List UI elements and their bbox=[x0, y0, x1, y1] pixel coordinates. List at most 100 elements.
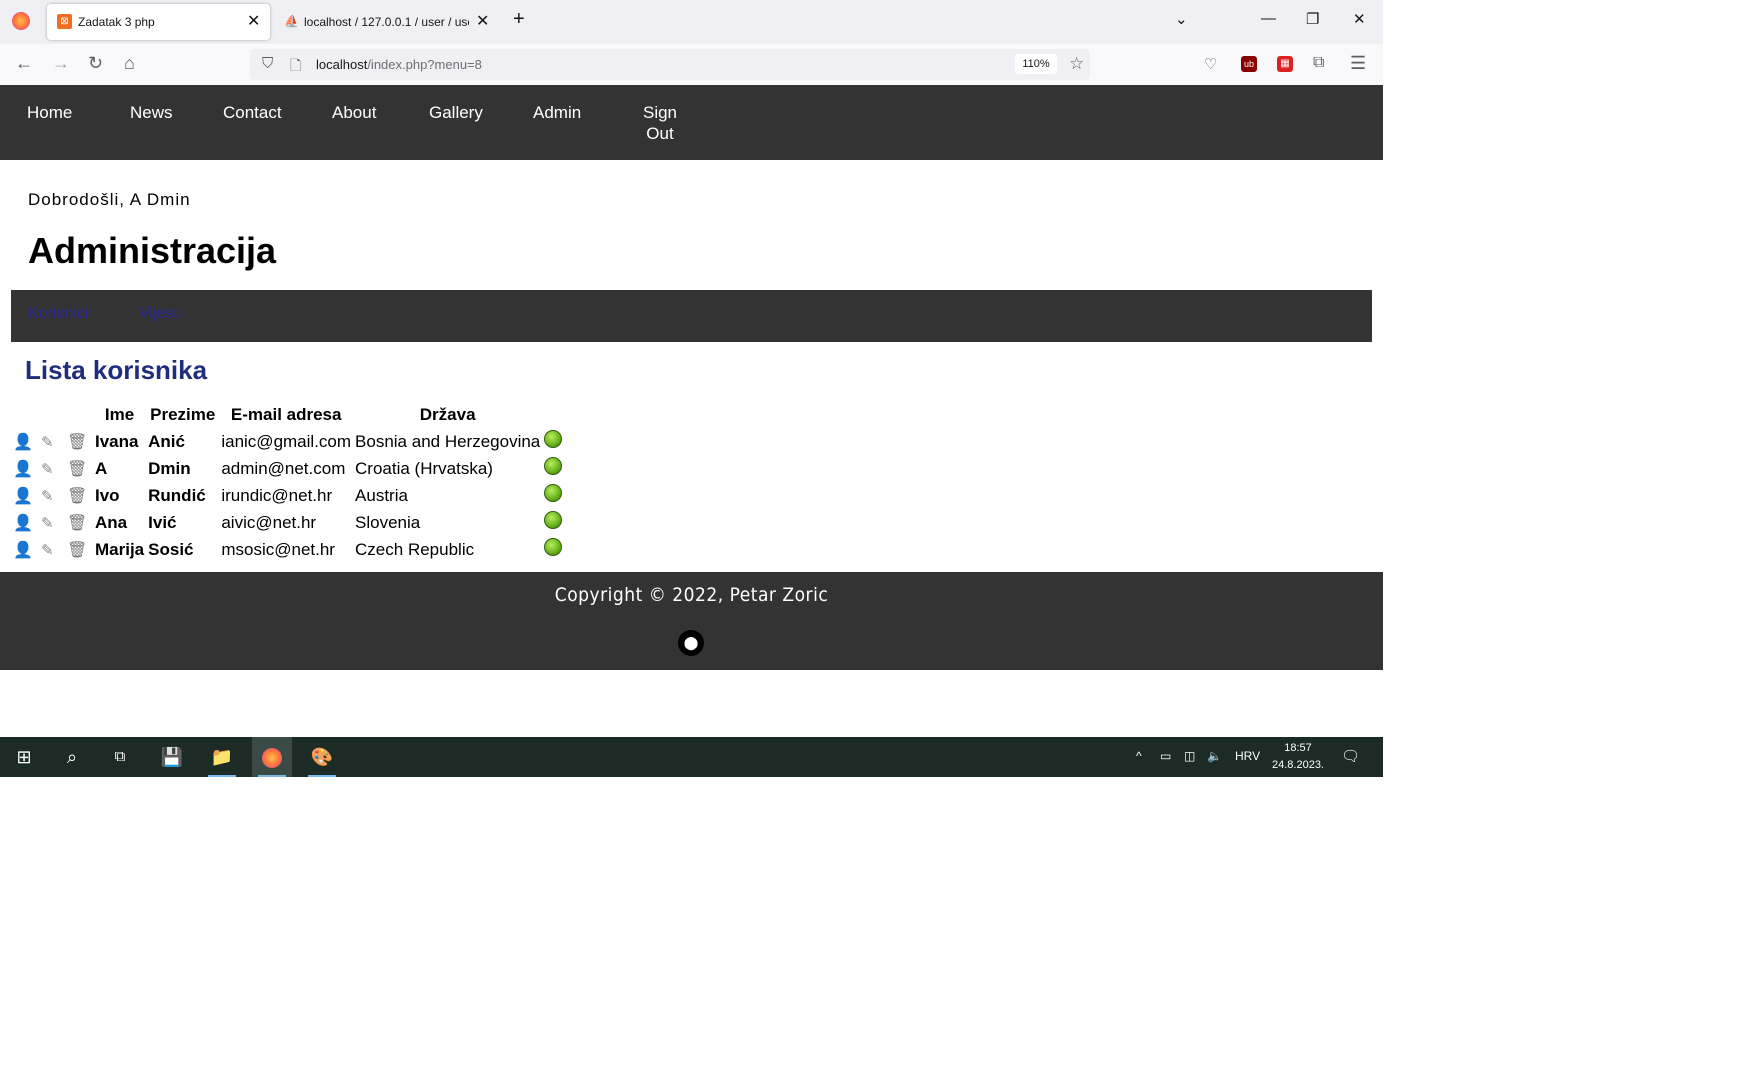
table-row: 👤 ✎ 🗑 Ana Ivić aivic@net.hr Slovenia bbox=[11, 509, 564, 536]
cell-ime: A bbox=[95, 458, 108, 478]
hamburger-menu-icon[interactable]: ☰ bbox=[1350, 53, 1366, 74]
subnav-korisnici[interactable]: Korisnici bbox=[28, 305, 88, 323]
nav-news[interactable]: News bbox=[130, 102, 173, 123]
table-row: 👤 ✎ 🗑 Ivana Anić ianic@gmail.com Bosnia … bbox=[11, 428, 564, 455]
url-bar[interactable]: ⛉ 🗋 localhost/index.php?menu=8 110% ☆ bbox=[250, 49, 1090, 80]
zoom-indicator[interactable]: 110% bbox=[1015, 54, 1057, 74]
cell-ime: Marija bbox=[95, 539, 145, 559]
forward-icon[interactable]: → bbox=[52, 53, 70, 74]
header-drzava: Država bbox=[419, 405, 476, 424]
delete-trash-icon[interactable]: 🗑 bbox=[67, 513, 87, 533]
tab-title: Zadatak 3 php bbox=[78, 15, 155, 29]
nav-gallery[interactable]: Gallery bbox=[429, 102, 483, 123]
bookmark-star-icon[interactable]: ☆ bbox=[1069, 54, 1084, 74]
save-app-icon[interactable]: 💾 bbox=[152, 737, 192, 777]
new-tab-icon[interactable]: + bbox=[513, 8, 525, 31]
volume-icon[interactable]: 🔈 bbox=[1207, 749, 1222, 763]
reload-icon[interactable]: ↻ bbox=[88, 53, 103, 74]
delete-trash-icon[interactable]: 🗑 bbox=[67, 540, 87, 560]
nav-contact[interactable]: Contact bbox=[223, 102, 282, 123]
tab-phpmyadmin[interactable]: ⛵ localhost / 127.0.0.1 / user / use ✕ bbox=[278, 4, 498, 40]
cell-drzava: Austria bbox=[355, 485, 408, 505]
user-profile-icon[interactable]: 👤 bbox=[13, 459, 33, 479]
tab-zadatak[interactable]: ⊠ Zadatak 3 php ✕ bbox=[47, 4, 270, 40]
clock-date: 24.8.2023. bbox=[1272, 759, 1324, 771]
home-icon[interactable]: ⌂ bbox=[124, 53, 135, 74]
windows-start-icon[interactable]: ⊞ bbox=[4, 737, 44, 777]
header-email: E-mail adresa bbox=[230, 405, 342, 424]
delete-trash-icon[interactable]: 🗑 bbox=[67, 486, 87, 506]
user-profile-icon[interactable]: 👤 bbox=[13, 540, 33, 560]
pocket-icon[interactable]: ♡ bbox=[1204, 55, 1217, 73]
edit-pencil-icon[interactable]: ✎ bbox=[41, 433, 54, 451]
xampp-icon: ⊠ bbox=[57, 14, 72, 29]
nav-home[interactable]: Home bbox=[27, 102, 72, 123]
extension-red-icon[interactable]: ▦ bbox=[1277, 56, 1293, 72]
nav-admin[interactable]: Admin bbox=[533, 102, 581, 123]
close-window-icon[interactable]: ✕ bbox=[1353, 10, 1366, 28]
cell-prezime: Rundić bbox=[148, 485, 206, 505]
task-view-icon[interactable]: ⧉ bbox=[100, 737, 140, 777]
extensions-puzzle-icon[interactable]: ⧉ bbox=[1313, 54, 1324, 72]
firefox-menu-icon[interactable] bbox=[12, 12, 30, 30]
notification-icon[interactable]: 🗨 bbox=[1341, 747, 1360, 765]
delete-trash-icon[interactable]: 🗑 bbox=[67, 432, 87, 452]
site-nav: Home News Contact About Gallery Admin Si… bbox=[0, 85, 1383, 160]
header-icon-col bbox=[39, 402, 65, 428]
firefox-taskbar-icon[interactable] bbox=[252, 737, 292, 777]
edit-pencil-icon[interactable]: ✎ bbox=[41, 541, 54, 559]
ublock-icon[interactable]: ub bbox=[1241, 56, 1257, 72]
header-icon-col bbox=[11, 402, 39, 428]
cell-prezime: Sosić bbox=[148, 539, 194, 559]
file-explorer-icon[interactable]: 📁 bbox=[202, 737, 242, 777]
phpmyadmin-icon: ⛵ bbox=[284, 14, 299, 28]
edit-pencil-icon[interactable]: ✎ bbox=[41, 487, 54, 505]
shield-icon[interactable]: ⛉ bbox=[262, 55, 273, 72]
subnav-vijesti[interactable]: Vijesti bbox=[139, 305, 181, 323]
user-profile-icon[interactable]: 👤 bbox=[13, 513, 33, 533]
user-profile-icon[interactable]: 👤 bbox=[13, 432, 33, 452]
status-active-icon bbox=[544, 484, 563, 502]
page-icon[interactable]: 🗋 bbox=[290, 55, 301, 79]
cell-drzava: Slovenia bbox=[355, 512, 421, 532]
list-tabs-chevron-icon[interactable]: ⌄ bbox=[1175, 10, 1188, 28]
camera-icon[interactable]: ◫ bbox=[1184, 749, 1195, 763]
language-indicator[interactable]: HRV bbox=[1235, 749, 1260, 763]
site-footer: Copyright © 2022, Petar Zoric ⬤ bbox=[0, 572, 1383, 670]
close-tab-icon[interactable]: ✕ bbox=[476, 11, 489, 31]
cell-drzava: Bosnia and Herzegovina bbox=[355, 431, 541, 451]
cell-drzava: Croatia (Hrvatska) bbox=[355, 458, 493, 478]
header-prezime: Prezime bbox=[150, 405, 216, 424]
nav-about[interactable]: About bbox=[332, 102, 376, 123]
cell-prezime: Dmin bbox=[148, 458, 191, 478]
restore-icon[interactable]: ❐ bbox=[1306, 10, 1319, 28]
nav-sign-out[interactable]: Sign Out bbox=[640, 102, 680, 144]
clock-time: 18:57 bbox=[1284, 742, 1312, 754]
status-active-icon bbox=[544, 511, 563, 529]
tray-chevron-up-icon[interactable]: ^ bbox=[1136, 749, 1142, 763]
back-icon[interactable]: ← bbox=[15, 53, 33, 74]
status-active-icon bbox=[544, 457, 563, 475]
cell-ime: Ana bbox=[95, 512, 128, 532]
github-icon[interactable]: ⬤ bbox=[678, 630, 704, 656]
windows-taskbar: ⊞ ⌕ ⧉ 💾 📁 🎨 ^ ▭ ◫ 🔈 HRV 18:57 24.8.2023.… bbox=[0, 737, 1383, 777]
cell-email: ianic@gmail.com bbox=[221, 431, 352, 451]
edit-pencil-icon[interactable]: ✎ bbox=[41, 514, 54, 532]
cell-ime: Ivo bbox=[95, 485, 120, 505]
url-text[interactable]: localhost/index.php?menu=8 bbox=[316, 57, 482, 72]
close-tab-icon[interactable]: ✕ bbox=[247, 11, 260, 31]
user-profile-icon[interactable]: 👤 bbox=[13, 486, 33, 506]
battery-icon[interactable]: ▭ bbox=[1160, 749, 1171, 763]
table-row: 👤 ✎ 🗑 Ivo Rundić irundic@net.hr Austria bbox=[11, 482, 564, 509]
cell-prezime: Anić bbox=[148, 431, 185, 451]
screen: ⊠ Zadatak 3 php ✕ ⛵ localhost / 127.0.0.… bbox=[0, 0, 1383, 777]
search-icon[interactable]: ⌕ bbox=[52, 737, 92, 777]
delete-trash-icon[interactable]: 🗑 bbox=[67, 459, 87, 479]
clock[interactable]: 18:57 24.8.2023. bbox=[1268, 740, 1328, 774]
minimize-icon[interactable]: — bbox=[1261, 10, 1276, 27]
tab-title: localhost / 127.0.0.1 / user / use bbox=[304, 15, 469, 29]
browser-tab-strip: ⊠ Zadatak 3 php ✕ ⛵ localhost / 127.0.0.… bbox=[0, 0, 1383, 44]
paint-app-icon[interactable]: 🎨 bbox=[302, 737, 342, 777]
edit-pencil-icon[interactable]: ✎ bbox=[41, 460, 54, 478]
cell-prezime: Ivić bbox=[148, 512, 177, 532]
